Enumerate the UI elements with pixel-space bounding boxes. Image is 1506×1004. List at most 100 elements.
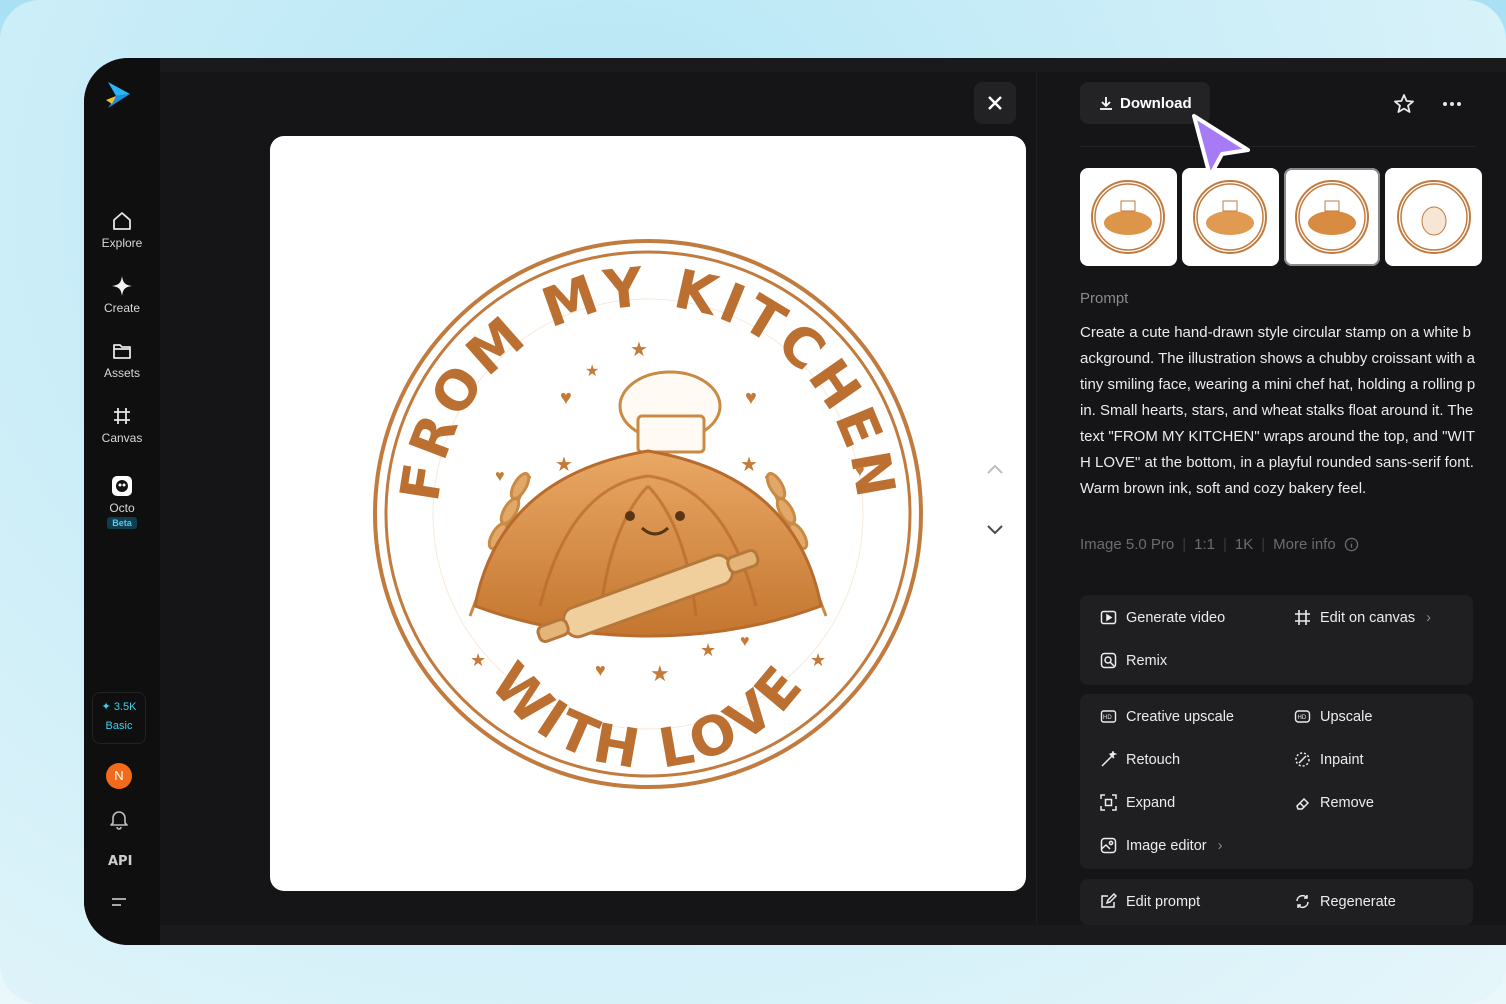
plan-label: Basic: [105, 720, 133, 732]
inpaint-icon: [1295, 752, 1310, 767]
svg-text:★: ★: [555, 454, 573, 476]
action-group-primary: Generate video Edit on canvas › Remix: [1080, 595, 1473, 685]
folder-icon: [113, 344, 131, 359]
remove-button[interactable]: Remove: [1294, 794, 1374, 811]
divider: [1080, 146, 1476, 147]
details-panel: Download Prompt Create a cute hand-drawn…: [1080, 72, 1482, 925]
info-icon[interactable]: [1344, 537, 1359, 552]
thumbnail-image: [1396, 180, 1471, 254]
more-icon[interactable]: [1440, 92, 1464, 116]
cursor-pointer-icon: [1192, 114, 1250, 178]
thumbnail[interactable]: [1080, 168, 1177, 266]
edit-prompt-button[interactable]: Edit prompt: [1100, 893, 1200, 910]
thumbnail-image: [1193, 180, 1268, 254]
api-link[interactable]: API: [108, 854, 132, 869]
svg-text:♥: ♥: [745, 387, 757, 409]
bell-icon[interactable]: [108, 808, 130, 830]
download-icon: [1100, 97, 1112, 110]
svg-text:HD: HD: [1103, 715, 1112, 721]
chevron-up-icon[interactable]: [984, 458, 1006, 480]
octo-icon: [112, 476, 132, 496]
svg-text:♥: ♥: [560, 387, 572, 409]
thumbnail[interactable]: [1181, 168, 1279, 266]
sidebar-item-label: Explore: [101, 236, 143, 250]
thumbnail[interactable]: [1385, 168, 1482, 266]
action-label: Retouch: [1126, 751, 1181, 768]
prompt-label: Prompt: [1080, 290, 1129, 307]
chevron-right-icon: ›: [1426, 609, 1431, 626]
sidebar-item-label: Canvas: [101, 431, 143, 445]
app-window: Explore Create Assets Canvas Octo Beta ✦…: [84, 58, 1506, 945]
eraser-icon: [1296, 797, 1310, 810]
svg-text:★: ★: [585, 363, 599, 380]
credits-amount: 3.5K: [113, 701, 137, 713]
prompt-text: Create a cute hand-drawn style circular …: [1080, 324, 1476, 497]
upscale-button[interactable]: HD Upscale: [1294, 708, 1372, 725]
thumbnail-image: [1091, 180, 1166, 254]
sidebar-item-explore[interactable]: Explore: [84, 210, 160, 250]
action-label: Inpaint: [1320, 751, 1364, 768]
sidebar-item-canvas[interactable]: Canvas: [84, 405, 160, 445]
canvas-icon: [1295, 610, 1310, 625]
action-group-prompt: Edit prompt Regenerate: [1080, 879, 1473, 925]
video-icon: [1100, 610, 1117, 625]
svg-text:♥: ♥: [495, 468, 505, 485]
action-label: Edit prompt: [1126, 893, 1201, 910]
thumbnail-strip: [1080, 168, 1482, 266]
bottom-strip: [160, 925, 1506, 945]
more-info-link[interactable]: More info: [1273, 536, 1336, 553]
upscale-icon: HD: [1294, 710, 1311, 723]
edit-on-canvas-button[interactable]: Edit on canvas ›: [1294, 609, 1431, 626]
action-label: Upscale: [1320, 708, 1373, 725]
sidebar-item-label: Assets: [103, 366, 140, 380]
logo-icon[interactable]: [104, 80, 134, 110]
stamp-illustration: FROM MY KITCHEN WITH LOVE ★ ★ ★ ★ ★ ★ ★ …: [373, 239, 923, 789]
action-label: Creative upscale: [1126, 708, 1234, 725]
action-label: Image editor: [1126, 837, 1207, 854]
remix-icon: [1100, 652, 1117, 669]
remix-button[interactable]: Remix: [1100, 652, 1167, 669]
thumbnail-selected[interactable]: [1283, 168, 1381, 266]
menu-icon[interactable]: [110, 896, 128, 912]
resolution: 1K: [1234, 536, 1254, 553]
canvas-icon: [114, 408, 130, 424]
svg-text:HD: HD: [1298, 715, 1307, 721]
sidebar-item-create[interactable]: Create: [84, 275, 160, 315]
svg-text:★: ★: [470, 650, 486, 670]
action-label: Regenerate: [1320, 893, 1396, 910]
regenerate-button[interactable]: Regenerate: [1294, 893, 1396, 910]
generation-meta: Image 5.0 Pro | 1:1 | 1K | More info: [1080, 536, 1359, 553]
top-strip: [160, 58, 1506, 72]
sidebar-item-label: Octo: [109, 501, 135, 515]
credits-badge[interactable]: ✦ 3.5K Basic: [92, 692, 146, 744]
close-button[interactable]: [974, 82, 1016, 124]
sparkle-icon: ✦: [101, 701, 111, 713]
sidebar-item-assets[interactable]: Assets: [84, 340, 160, 380]
action-label: Remove: [1320, 794, 1374, 811]
avatar[interactable]: N: [106, 763, 132, 789]
generated-image[interactable]: FROM MY KITCHEN WITH LOVE ★ ★ ★ ★ ★ ★ ★ …: [270, 136, 1026, 891]
image-editor-icon: [1100, 837, 1117, 854]
chevron-right-icon: ›: [1217, 837, 1223, 854]
sparkle-icon: [112, 276, 132, 296]
close-icon: [988, 96, 1002, 110]
creative-upscale-icon: HD: [1100, 710, 1117, 723]
svg-text:♥: ♥: [740, 633, 750, 650]
sidebar-item-octo[interactable]: Octo Beta: [84, 475, 160, 529]
svg-text:★: ★: [700, 640, 716, 660]
retouch-button[interactable]: Retouch: [1100, 751, 1180, 768]
svg-text:♥: ♥: [855, 463, 865, 480]
action-group-edit: HD Creative upscale HD Upscale Retouch I…: [1080, 694, 1473, 869]
generate-video-button[interactable]: Generate video: [1100, 609, 1225, 626]
inpaint-button[interactable]: Inpaint: [1294, 751, 1364, 768]
canvas-area: FROM MY KITCHEN WITH LOVE ★ ★ ★ ★ ★ ★ ★ …: [160, 72, 1026, 925]
chevron-down-icon[interactable]: [984, 518, 1006, 540]
star-icon[interactable]: [1392, 92, 1416, 116]
action-label: Expand: [1126, 794, 1176, 811]
home-icon: [113, 212, 131, 230]
expand-icon: [1100, 794, 1117, 811]
creative-upscale-button[interactable]: HD Creative upscale: [1100, 708, 1234, 725]
image-editor-button[interactable]: Image editor ›: [1100, 837, 1222, 854]
aspect-ratio: 1:1: [1194, 536, 1215, 553]
expand-button[interactable]: Expand: [1100, 794, 1175, 811]
